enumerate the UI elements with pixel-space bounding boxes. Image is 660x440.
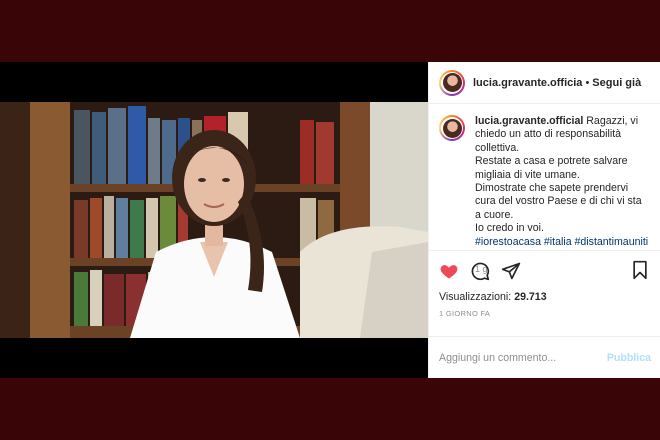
paper-plane-icon[interactable]	[501, 261, 521, 281]
follow-status-button[interactable]: Segui già	[592, 77, 641, 89]
caption-line: Io credo in voi.	[475, 222, 544, 235]
background-bottom	[0, 378, 660, 440]
video-frame[interactable]	[0, 102, 428, 338]
post-header: lucia.gravante.officia • Segui già	[429, 62, 660, 104]
caption-avatar[interactable]	[439, 115, 465, 141]
publish-button[interactable]: Pubblica	[607, 352, 651, 364]
post-date: 1 GIORNO FA	[439, 309, 491, 318]
post-panel: lucia.gravante.officia • Segui già lucia…	[428, 62, 660, 378]
action-bar	[429, 250, 660, 291]
header-username[interactable]: lucia.gravante.officia	[473, 77, 582, 89]
comment-input[interactable]	[439, 351, 589, 364]
caption-hashtags[interactable]: #iorestoacasa #italia #distantimauniti	[475, 236, 650, 249]
views-count: Visualizzazioni: 29.713	[429, 291, 660, 303]
post-media[interactable]	[0, 62, 428, 378]
avatar[interactable]	[439, 69, 465, 96]
caption-text: lucia.gravante.official Ragazzi, vi chie…	[475, 115, 650, 274]
views-number: 29.713	[514, 291, 547, 303]
comment-box: Pubblica	[429, 336, 660, 378]
video-still	[0, 102, 428, 338]
speech-bubble-icon[interactable]	[470, 261, 490, 281]
caption-username[interactable]: lucia.gravante.official	[475, 115, 583, 127]
caption-line: Restate a casa e potrete salvare migliai…	[475, 155, 628, 181]
views-label: Visualizzazioni:	[439, 291, 512, 303]
background-top	[0, 0, 660, 62]
heart-filled-icon[interactable]	[439, 261, 459, 281]
header-separator: •	[585, 76, 590, 89]
caption-line: Dimostrate che sapete prendervi cura del…	[475, 182, 642, 221]
bookmark-icon[interactable]	[630, 260, 650, 280]
caption: lucia.gravante.official Ragazzi, vi chie…	[429, 104, 660, 274]
